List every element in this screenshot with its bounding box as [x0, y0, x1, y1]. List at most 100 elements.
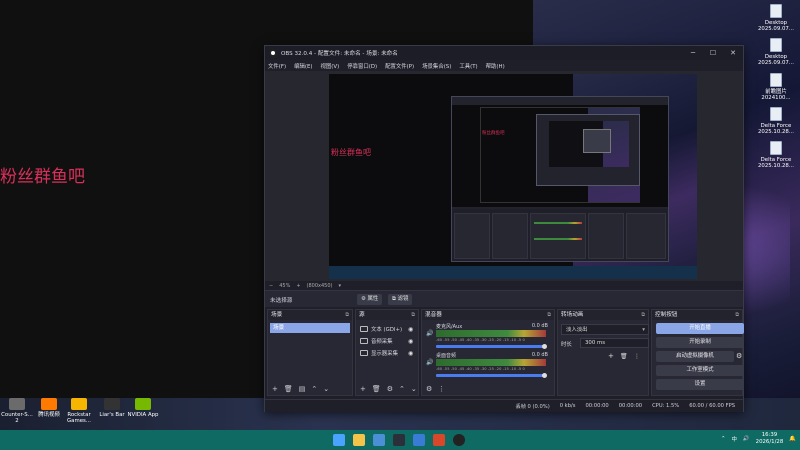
- file-explorer-icon[interactable]: [353, 434, 365, 446]
- file-icon: [770, 38, 782, 52]
- menu-help[interactable]: 帮助(H): [486, 62, 505, 70]
- start-icon[interactable]: [333, 434, 345, 446]
- eye-icon: ◉: [408, 337, 414, 345]
- source-row[interactable]: 文本 (GDI+) ◉: [360, 324, 418, 334]
- nested-meter: [534, 238, 582, 240]
- mixer-settings-icon[interactable]: ⚙: [426, 385, 432, 393]
- notification-icon[interactable]: 🔔: [789, 436, 796, 442]
- mic-meter: [436, 330, 546, 337]
- close-button[interactable]: ✕: [723, 46, 743, 60]
- source-row[interactable]: 显示器采集 ◉: [360, 348, 418, 358]
- nested-canvas: 粉丝群鱼吧: [452, 105, 668, 207]
- liars-bar-icon: [104, 398, 120, 410]
- obs-titlebar[interactable]: OBS 32.0.4 - 配置文件: 未命名 - 场景: 未命名 ─ ☐ ✕: [265, 46, 743, 60]
- obs-taskbar-icon[interactable]: [453, 434, 465, 446]
- menu-docks[interactable]: 停靠窗口(D): [347, 62, 377, 70]
- scenes-toolbar: + 🗑 ▤ ⌃ ⌄: [268, 383, 352, 395]
- desktop-icon-nvidia-app[interactable]: NVIDIA App: [126, 398, 160, 418]
- menu-tools[interactable]: 工具(T): [459, 62, 477, 70]
- rockstar-icon: [71, 398, 87, 410]
- obs-logo-icon: [269, 49, 277, 57]
- language-indicator[interactable]: 中: [732, 435, 737, 443]
- duration-input[interactable]: 300 ms: [580, 338, 649, 348]
- desktop-db: 0.0 dB: [531, 352, 548, 358]
- maximize-button[interactable]: ☐: [703, 46, 723, 60]
- properties-button[interactable]: ⚙ 属性: [357, 294, 383, 305]
- move-up-icon[interactable]: ⌃: [311, 385, 317, 393]
- studio-mode-button[interactable]: 工作室模式: [656, 365, 744, 376]
- popout-icon: ⧉: [411, 312, 415, 318]
- start-virtual-camera-button[interactable]: 启动虚拟摄像机: [656, 351, 734, 362]
- move-down-icon[interactable]: ⌄: [323, 385, 329, 393]
- clock[interactable]: 16:39 2026/1/28: [756, 432, 784, 445]
- scene-filter-icon[interactable]: ▤: [299, 385, 306, 393]
- move-down-icon[interactable]: ⌄: [411, 385, 417, 393]
- move-up-icon[interactable]: ⌃: [399, 385, 405, 393]
- zoom-level[interactable]: 45%: [279, 283, 290, 289]
- nvidia-icon: [135, 398, 151, 410]
- desktop-icon-counter-strike[interactable]: Counter-S... 2: [0, 398, 34, 425]
- volume-icon[interactable]: 🔊: [743, 436, 750, 442]
- start-streaming-button[interactable]: 开始直播: [656, 323, 744, 334]
- status-bar: 丢帧 0 (0.0%) 0 kb/s 00:00:00 00:00:00 CPU…: [265, 399, 743, 412]
- menu-profile[interactable]: 配置文件(P): [385, 62, 414, 70]
- source-settings-icon[interactable]: ⚙: [387, 385, 393, 393]
- add-transition-icon[interactable]: +: [608, 352, 614, 360]
- app-icon[interactable]: [433, 434, 445, 446]
- mixer-menu-icon[interactable]: ⋮: [438, 385, 445, 393]
- filters-button[interactable]: ⧉ 滤镜: [388, 294, 413, 305]
- settings-button[interactable]: 设置: [656, 379, 744, 390]
- zoom-dropdown-icon[interactable]: ▾: [338, 283, 341, 289]
- virtual-camera-settings-icon[interactable]: ⚙: [736, 351, 744, 362]
- show-hidden-icons[interactable]: ⌃: [721, 436, 726, 442]
- source-toolbar: 未选择源 ⚙ 属性 ⧉ 滤镜: [265, 290, 743, 307]
- browser-icon[interactable]: [373, 434, 385, 446]
- menu-view[interactable]: 视图(V): [321, 62, 340, 70]
- desktop-channel-name: 桌面音频: [436, 353, 457, 359]
- mic-mute-icon[interactable]: 🔊: [426, 330, 433, 337]
- menu-file[interactable]: 文件(F): [268, 62, 286, 70]
- desktop-icon-rockstar[interactable]: Rockstar Games...: [64, 398, 94, 425]
- dropped-frames: 丢帧 0 (0.0%): [515, 403, 550, 410]
- desktop-icon-desktop-1[interactable]: Desktop 2025.09.07...: [756, 4, 796, 33]
- desktop-icon-liars-bar[interactable]: Liar's Bar: [96, 398, 128, 418]
- text-source-icon: [360, 326, 368, 332]
- popout-icon: ⧉: [547, 312, 551, 318]
- add-scene-icon[interactable]: +: [272, 385, 278, 393]
- bitrate: 0 kb/s: [559, 403, 576, 409]
- desktop-volume-knob[interactable]: [542, 373, 547, 378]
- desktop-icon-desktop-2[interactable]: Desktop 2025.09.07...: [756, 38, 796, 67]
- mic-volume-slider[interactable]: [436, 345, 546, 348]
- scene-item[interactable]: 场景: [270, 323, 350, 333]
- transition-select[interactable]: 淡入淡出 ▾: [561, 324, 649, 335]
- desktop-icon-delta-force-2[interactable]: Delta Force 2025.10.28...: [756, 141, 796, 170]
- controls-title: 控制按钮 ⧉: [652, 310, 742, 320]
- sources-title: 源 ⧉: [356, 310, 418, 320]
- app-icon[interactable]: [413, 434, 425, 446]
- steam-icon[interactable]: [393, 434, 405, 446]
- preview-taskbar: [329, 266, 697, 279]
- remove-transition-icon[interactable]: 🗑: [620, 353, 628, 360]
- minimize-button[interactable]: ─: [683, 46, 703, 60]
- preview-canvas[interactable]: 粉丝群鱼吧 粉丝群鱼吧: [329, 74, 697, 279]
- remove-source-icon[interactable]: 🗑: [372, 385, 381, 393]
- menu-scene-collection[interactable]: 场景集合(S): [422, 62, 451, 70]
- add-source-icon[interactable]: +: [360, 385, 366, 393]
- desktop-icon-image[interactable]: 前瞻图片 2024100...: [756, 73, 796, 102]
- desktop-icon-tencent-video[interactable]: 腾讯视频: [34, 398, 64, 418]
- zoom-out-button[interactable]: −: [269, 283, 273, 289]
- zoom-in-button[interactable]: +: [296, 283, 300, 289]
- start-recording-button[interactable]: 开始录制: [656, 337, 744, 348]
- transition-menu-icon[interactable]: ⋮: [634, 353, 640, 360]
- audio-source-icon: [360, 338, 368, 344]
- mic-volume-knob[interactable]: [542, 344, 547, 349]
- source-row[interactable]: 音频采集 ◉: [360, 336, 418, 346]
- remove-scene-icon[interactable]: 🗑: [284, 385, 293, 393]
- menu-edit[interactable]: 编辑(E): [294, 62, 312, 70]
- duration-label: 时长: [561, 342, 572, 348]
- desktop-volume-slider[interactable]: [436, 374, 546, 377]
- system-tray: ⌃ 中 🔊 16:39 2026/1/28 🔔: [721, 432, 796, 445]
- file-icon: [770, 107, 782, 121]
- desktop-mute-icon[interactable]: 🔊: [426, 359, 433, 366]
- desktop-icon-delta-force-1[interactable]: Delta Force 2025.10.28...: [756, 107, 796, 136]
